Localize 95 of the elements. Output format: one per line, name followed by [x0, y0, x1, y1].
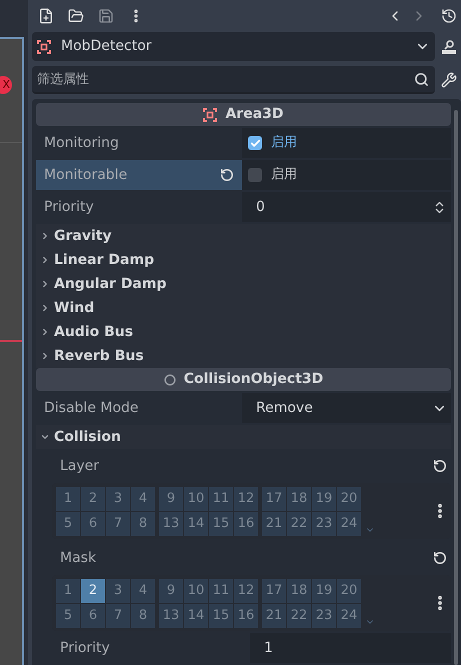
layer-bit[interactable]: 15 [209, 604, 233, 628]
save-icon[interactable] [98, 8, 114, 24]
layer-bit[interactable]: 10 [184, 486, 208, 510]
group-toggle[interactable]: Wind [36, 296, 451, 320]
layer-bit[interactable]: 3 [106, 578, 130, 602]
group-toggle[interactable]: Reverb Bus [36, 344, 451, 368]
layer-bit[interactable]: 2 [81, 578, 105, 602]
section-title: CollisionObject3D [184, 370, 324, 389]
layer-bit[interactable]: 11 [209, 486, 233, 510]
property-label: Mask [60, 548, 98, 568]
mode-dropdown[interactable]: Remove [242, 393, 451, 423]
layer-bit[interactable]: 6 [81, 512, 105, 536]
enable-checkbox[interactable]: 启用 [242, 128, 451, 158]
layer-bit[interactable]: 23 [312, 604, 336, 628]
folder-icon[interactable] [68, 8, 84, 24]
layer-bit[interactable]: 23 [312, 512, 336, 536]
chevron-right-icon [40, 327, 50, 337]
circle-icon [164, 374, 176, 386]
group-toggle[interactable]: Audio Bus [36, 320, 451, 344]
layer-bit[interactable]: 17 [262, 578, 286, 602]
group-toggle[interactable]: Collision [36, 425, 451, 449]
section-title: Area3D [225, 105, 284, 124]
chevron-right-icon [40, 279, 50, 289]
tools-icon[interactable] [441, 72, 457, 88]
layer-bit[interactable]: 18 [287, 578, 311, 602]
layer-bit[interactable]: 16 [234, 604, 258, 628]
layer-bit[interactable]: 12 [234, 578, 258, 602]
layer-bit[interactable]: 7 [106, 604, 130, 628]
layer-bit[interactable]: 20 [337, 578, 361, 602]
layer-bit[interactable]: 21 [262, 604, 286, 628]
boundary-line [0, 340, 22, 342]
layer-bit[interactable]: 4 [131, 578, 155, 602]
scrollbar[interactable] [454, 110, 458, 665]
chevron-right-icon [40, 303, 50, 313]
layer-bit[interactable]: 24 [337, 512, 361, 536]
layer-bit[interactable]: 8 [131, 512, 155, 536]
layer-bit[interactable]: 8 [131, 604, 155, 628]
node-selector[interactable]: MobDetector [32, 32, 435, 61]
layer-bit[interactable]: 7 [106, 512, 130, 536]
layer-bit[interactable]: 22 [287, 512, 311, 536]
layer-bit[interactable]: 16 [234, 512, 258, 536]
chevron-right-icon [40, 255, 50, 265]
layer-bit[interactable]: 22 [287, 604, 311, 628]
layer-bit[interactable]: 3 [106, 486, 130, 510]
group-toggle[interactable]: Angular Damp [36, 272, 451, 296]
layer-bit[interactable]: 17 [262, 486, 286, 510]
layer-bit[interactable]: 14 [184, 512, 208, 536]
area-icon [203, 108, 218, 122]
group-toggle[interactable]: Linear Damp [36, 248, 451, 272]
layer-bit[interactable]: 6 [81, 604, 105, 628]
layer-bit[interactable]: 2 [81, 486, 105, 510]
property-label: Monitoring [43, 134, 120, 152]
layer-bit[interactable]: 20 [337, 486, 361, 510]
layer-bit[interactable]: 4 [131, 486, 155, 510]
revert-icon[interactable] [433, 459, 447, 473]
layer-bit[interactable]: 24 [337, 604, 361, 628]
group-toggle[interactable]: Gravity [36, 224, 451, 248]
layer-bit[interactable]: 18 [287, 486, 311, 510]
layer-bit[interactable]: 9 [159, 578, 183, 602]
chevron-right-icon [40, 351, 50, 361]
close-badge[interactable]: X [0, 76, 12, 94]
property-label: Priority [43, 198, 95, 216]
layer-bit[interactable]: 1 [56, 578, 80, 602]
checkmark-icon [250, 138, 260, 148]
layer-bit[interactable]: 1 [56, 486, 80, 510]
chevron-down-icon [40, 432, 50, 442]
layer-bit[interactable]: 15 [209, 512, 233, 536]
revert-icon[interactable] [220, 168, 234, 182]
property-label: Monitorable [36, 160, 242, 190]
layer-bit[interactable]: 21 [262, 512, 286, 536]
layer-bit[interactable]: 19 [312, 486, 336, 510]
chevron-right-icon [40, 231, 50, 241]
layer-bit[interactable]: 14 [184, 604, 208, 628]
layer-bit[interactable]: 9 [159, 486, 183, 510]
layer-bit[interactable]: 11 [209, 578, 233, 602]
number-field[interactable]: 1 [250, 633, 451, 663]
layer-bit[interactable]: 19 [312, 578, 336, 602]
search-icon[interactable] [414, 72, 429, 87]
number-field[interactable]: 0 [242, 192, 451, 222]
property-label: Layer [60, 456, 100, 476]
area-icon [37, 40, 51, 54]
property-label: Disable Mode [43, 398, 140, 418]
layer-bit[interactable]: 5 [56, 512, 80, 536]
layer-bit[interactable]: 13 [159, 512, 183, 536]
layer-bit[interactable]: 13 [159, 604, 183, 628]
filter-field[interactable]: 筛选属性 [32, 66, 435, 94]
layer-bit[interactable]: 12 [234, 486, 258, 510]
revert-icon[interactable] [433, 551, 447, 565]
history-icon[interactable] [441, 8, 457, 24]
doc-icon[interactable] [441, 38, 457, 54]
layer-bit[interactable]: 10 [184, 578, 208, 602]
layer-bit[interactable]: 5 [56, 604, 80, 628]
new-file-icon[interactable] [38, 8, 54, 24]
enable-checkbox[interactable]: 启用 [242, 160, 451, 190]
property-label: Priority [59, 638, 111, 658]
